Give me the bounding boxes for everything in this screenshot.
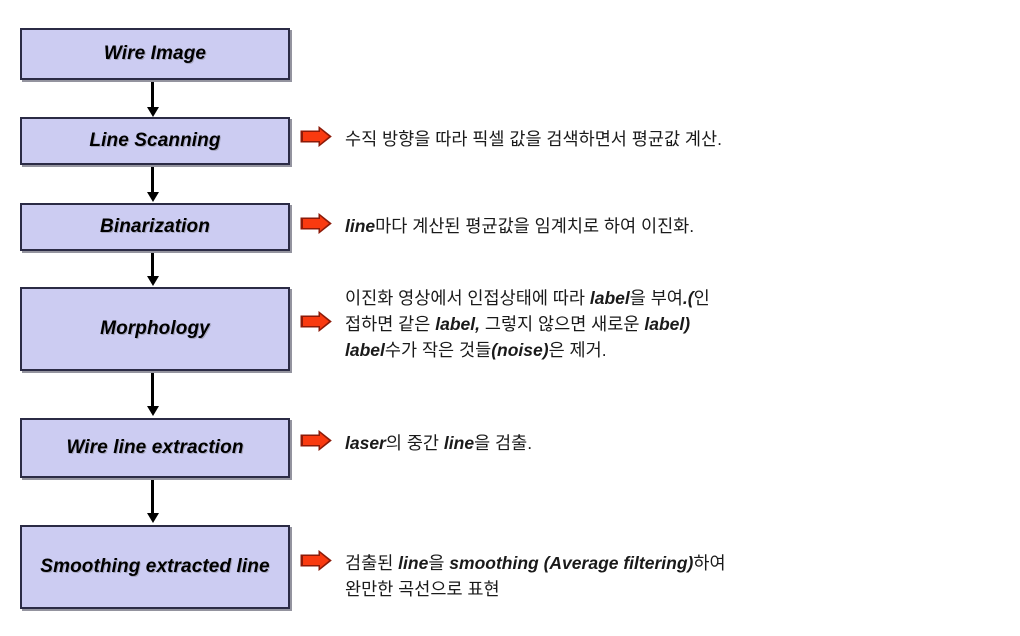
annotation-text: 수직 방향을 따라 픽셀 값을 검색하면서 평균값 계산.	[345, 129, 722, 149]
connector-arrow-down-icon	[151, 373, 154, 407]
process-box-label: Smoothing extracted line	[40, 556, 270, 578]
annotation-line-scanning: 수직 방향을 따라 픽셀 값을 검색하면서 평균값 계산.	[300, 126, 722, 152]
annotation-smoothing: 검출된 line을 smoothing (Average filtering)하…	[300, 550, 726, 602]
right-block-arrow-icon	[300, 311, 332, 332]
process-box-wire-line-extraction[interactable]: Wire line extraction	[20, 418, 290, 478]
process-box-label: Wire line extraction	[66, 437, 244, 459]
annotation-text: 이진화 영상에서 인접상태에 따라 label을 부여.(인 접하면 같은 la…	[345, 288, 710, 360]
right-block-arrow-icon	[300, 430, 332, 451]
process-box-label: Line Scanning	[89, 130, 221, 152]
connector-arrow-down-icon	[151, 167, 154, 193]
annotation-morphology: 이진화 영상에서 인접상태에 따라 label을 부여.(인 접하면 같은 la…	[300, 285, 710, 363]
right-block-arrow-icon	[300, 550, 332, 571]
process-box-label: Wire Image	[103, 43, 207, 65]
annotation-text: line마다 계산된 평균값을 임계치로 하여 이진화.	[345, 216, 695, 236]
connector-arrow-down-icon	[151, 253, 154, 277]
right-block-arrow-icon	[300, 126, 332, 147]
flowchart-diagram: Wire Image Line Scanning Binarization Mo…	[0, 0, 1020, 636]
process-box-wire-image[interactable]: Wire Image	[20, 28, 290, 80]
process-box-morphology[interactable]: Morphology	[20, 287, 290, 371]
process-box-binarization[interactable]: Binarization	[20, 203, 290, 251]
connector-arrow-down-icon	[151, 82, 154, 108]
process-box-smoothing-extracted-line[interactable]: Smoothing extracted line	[20, 525, 290, 609]
right-block-arrow-icon	[300, 213, 332, 234]
annotation-wire-line-extraction: laser의 중간 line을 검출.	[300, 430, 532, 456]
annotation-text: 검출된 line을 smoothing (Average filtering)하…	[345, 553, 726, 599]
process-box-line-scanning[interactable]: Line Scanning	[20, 117, 290, 165]
annotation-text: laser의 중간 line을 검출.	[345, 433, 533, 453]
annotation-binarization: line마다 계산된 평균값을 임계치로 하여 이진화.	[300, 213, 694, 239]
connector-arrow-down-icon	[151, 480, 154, 514]
process-box-label: Morphology	[100, 318, 210, 340]
process-box-label: Binarization	[100, 216, 210, 238]
